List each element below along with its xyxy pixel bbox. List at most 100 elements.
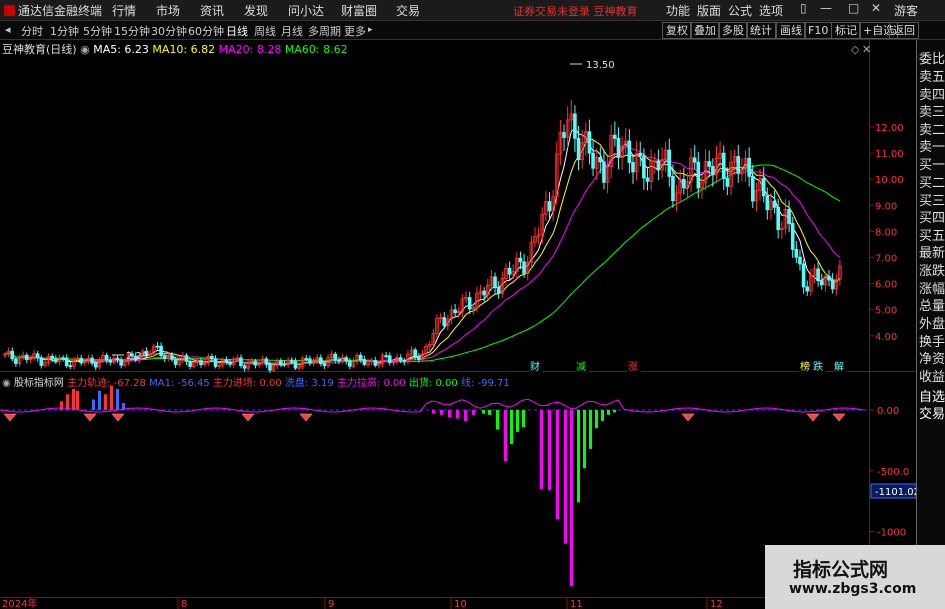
price-tick-label: 5.00: [875, 306, 897, 317]
high-price-label: 13.50: [586, 60, 615, 71]
signal-diamond-icon: [3, 413, 17, 422]
candle-down: [467, 297, 472, 310]
candle-down: [50, 355, 54, 360]
signal-diamond-icon: [806, 413, 820, 422]
indicator-bar: [516, 410, 519, 432]
candle-down: [707, 161, 712, 167]
candle-down: [562, 132, 566, 138]
candle-down: [830, 279, 835, 290]
candle-down: [387, 355, 392, 363]
event-marker[interactable]: 减: [576, 361, 586, 373]
date-label: 9: [328, 599, 334, 609]
sidebar-item-7[interactable]: 买二: [919, 172, 945, 191]
watermark: 指标公式网 www.zbgs3.com: [765, 545, 945, 609]
price-tick-label: 8.00: [875, 227, 897, 238]
indicator-bar: [456, 410, 459, 419]
indicator-bar: [110, 385, 113, 410]
price-tick-label: 10.00: [875, 175, 904, 186]
sidebar-item-0[interactable]: 委比: [919, 48, 945, 67]
date-label: 10: [454, 599, 467, 609]
sidebar-item-15[interactable]: 外盘: [919, 313, 945, 332]
candle-down: [268, 364, 272, 371]
indicator-bar: [589, 410, 592, 449]
sidebar-item-17[interactable]: 净资: [919, 348, 945, 367]
indicator-bar: [98, 390, 101, 410]
chart-canvas[interactable]: ◇ ✕ 12.00 11.00 10.00 9.00 8.00 7.00 6.00 5.00 4…: [0, 0, 945, 609]
candle-down: [587, 131, 592, 154]
event-marker[interactable]: 涨: [628, 361, 638, 373]
low-price-label: 2.29: [126, 351, 148, 362]
sidebar-item-6[interactable]: 买一: [919, 154, 945, 173]
candle-down: [507, 267, 512, 275]
candle-down: [90, 357, 94, 364]
sidebar-item-3[interactable]: 卖三: [919, 101, 945, 120]
indicator-bar: [488, 410, 491, 415]
candle-down: [253, 360, 258, 366]
indicator-bar: [577, 410, 580, 503]
indicator-bar: [496, 410, 499, 430]
candle-down: [224, 359, 229, 363]
candle-down: [293, 360, 298, 369]
candle-down: [304, 358, 309, 360]
indicator-bar: [540, 410, 543, 489]
candle-down: [64, 357, 69, 367]
candle-down: [210, 355, 214, 360]
signal-diamond-icon: [832, 413, 846, 422]
candle-down: [631, 162, 635, 173]
candle-down: [573, 113, 577, 139]
signal-diamond-icon: [299, 413, 313, 422]
candle-down: [417, 356, 421, 360]
candle-down: [35, 353, 40, 359]
candle-down: [68, 365, 73, 368]
sidebar-item-18[interactable]: 收益: [919, 366, 945, 385]
candle-down: [333, 353, 338, 361]
indicator-bar: [66, 394, 69, 410]
candle-down: [696, 161, 701, 189]
candle-down: [322, 363, 327, 367]
sidebar-item-1[interactable]: 卖五: [919, 66, 945, 85]
event-marker[interactable]: 财: [530, 360, 540, 373]
current-value-text: -1101.02: [875, 487, 920, 498]
candle-down: [801, 263, 806, 288]
candle-down: [188, 360, 192, 367]
indicator-bar: [504, 410, 507, 462]
date-axis: 2024年 8 9 10 11 12: [2, 597, 723, 609]
candle-down: [761, 178, 766, 197]
candle-down: [337, 359, 341, 362]
event-marker[interactable]: 榜: [800, 360, 810, 373]
quote-sidebar: 委比 卖五 卖四 卖三 卖二 卖一 买一 买二 买三 买四 买五 最新 涨跌 涨幅 总量 外盘 换手 净资 收益 自选…: [916, 40, 945, 609]
candle-down: [656, 160, 661, 171]
indicator-bar: [570, 410, 573, 587]
indicator-tick-label: -1000: [877, 528, 906, 539]
sidebar-item-20[interactable]: 交易: [919, 403, 945, 422]
indicator-bar: [601, 410, 604, 421]
candle-down: [170, 355, 174, 360]
panel-close-icon[interactable]: ✕: [862, 43, 871, 56]
candle-down: [518, 257, 523, 263]
event-marker[interactable]: 跌: [813, 360, 823, 373]
candle-down: [115, 357, 120, 361]
candle-down: [671, 175, 675, 202]
candle-down: [39, 357, 44, 366]
candle-down: [591, 152, 595, 169]
candle-down: [798, 256, 802, 265]
sidebar-item-9[interactable]: 买四: [919, 207, 945, 226]
panel-restore-icon[interactable]: ◇: [851, 43, 860, 56]
indicator-signals: [3, 413, 846, 422]
candle-down: [279, 360, 283, 365]
candle-down: [496, 286, 501, 294]
indicator-bar: [76, 390, 79, 410]
indicator-bar: [464, 410, 467, 421]
sidebar-item-5[interactable]: 卖一: [919, 136, 945, 155]
candle-down: [682, 179, 686, 189]
event-marker[interactable]: 解: [834, 360, 844, 373]
candle-down: [482, 290, 486, 296]
date-label: 12: [710, 599, 723, 609]
sidebar-item-11[interactable]: 最新: [919, 242, 945, 261]
sidebar-item-14[interactable]: 总量: [919, 295, 945, 314]
candle-down: [787, 209, 791, 224]
watermark-url: www.zbgs3.com: [789, 581, 917, 597]
candle-down: [162, 355, 167, 359]
sidebar-item-12[interactable]: 涨跌: [919, 260, 945, 279]
indicator-tick-label: -500.0: [877, 467, 909, 478]
